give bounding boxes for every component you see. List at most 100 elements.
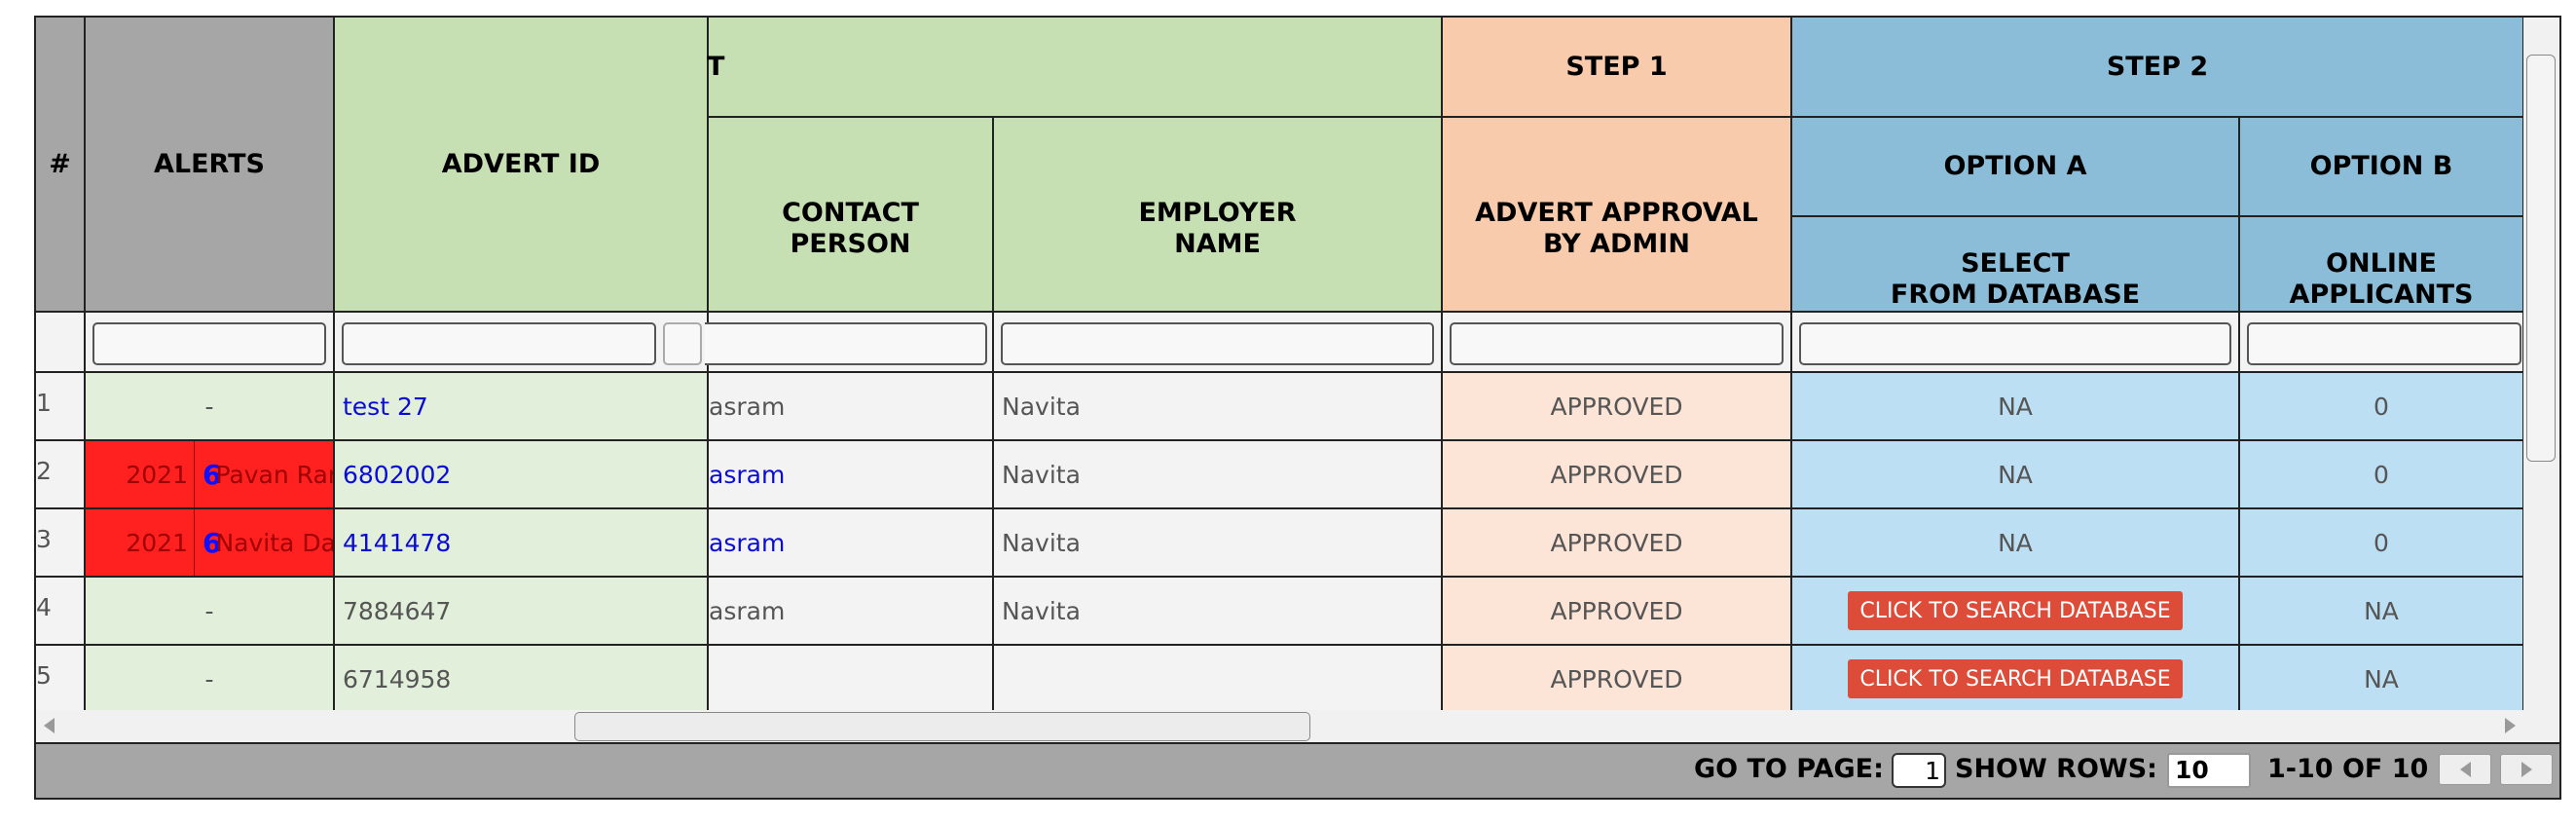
filter-clear-button[interactable]	[663, 322, 702, 365]
contact-cell: asram	[709, 509, 994, 578]
alert-cell: -	[86, 646, 335, 714]
header-group-partial-label: T	[707, 51, 725, 82]
header-option-a-label: OPTION A	[1943, 151, 2087, 181]
option-b-cell: NA	[2240, 646, 2524, 714]
contact-cell: asram	[709, 373, 994, 441]
row-number: 3	[36, 509, 86, 578]
employer-text: Navita	[1002, 528, 1081, 557]
next-page-button[interactable]	[2500, 754, 2553, 785]
horizontal-scrollbar[interactable]	[36, 710, 2559, 742]
show-rows-value: 10	[2175, 756, 2209, 784]
filter-cell-alerts	[86, 313, 335, 373]
header-online-applicants[interactable]: ONLINE APPLICANTS	[2240, 217, 2524, 313]
header-employer-name[interactable]: EMPLOYER NAME	[994, 118, 1443, 313]
advert-id-cell: 4141478	[335, 509, 709, 578]
header-alerts-label: ALERTS	[154, 148, 265, 179]
scroll-right-arrow-icon[interactable]	[2505, 718, 2516, 733]
option-b-cell: NA	[2240, 578, 2524, 646]
alert-text: -	[204, 392, 214, 421]
header-option-b-label: OPTION B	[2309, 151, 2453, 181]
filter-input-employer[interactable]	[1001, 322, 1434, 365]
option-b-text: NA	[2364, 596, 2399, 625]
alert-name: Pavan Ram	[215, 460, 333, 489]
option-b-text: NA	[2364, 664, 2399, 693]
approval-status: APPROVED	[1550, 664, 1683, 693]
filter-input-option-a[interactable]	[1799, 322, 2231, 365]
page-range-text: 1-10 OF 10	[2267, 754, 2429, 784]
header-advert-id[interactable]: ADVERT ID	[335, 18, 709, 313]
option-a-cell: CLICK TO SEARCH DATABASE	[1792, 578, 2240, 646]
advert-id-cell: 6714958	[335, 646, 709, 714]
filter-input-contact[interactable]	[705, 322, 987, 365]
search-database-button-label: CLICK TO SEARCH DATABASE	[1859, 666, 2171, 692]
employer-cell: Navita	[994, 578, 1443, 646]
advert-id-text: 6714958	[343, 664, 452, 693]
vertical-scrollbar-thumb[interactable]	[2526, 55, 2556, 462]
alert-text: -	[204, 664, 214, 693]
contact-link[interactable]: asram	[709, 461, 785, 489]
approval-status: APPROVED	[1550, 460, 1683, 489]
filter-cell-num	[36, 313, 86, 373]
header-group-partial: T	[707, 18, 1443, 118]
header-alerts[interactable]: ALERTS	[86, 18, 335, 313]
search-database-button[interactable]: CLICK TO SEARCH DATABASE	[1848, 659, 2183, 698]
horizontal-scrollbar-thumb[interactable]	[574, 712, 1310, 741]
employer-cell: Navita	[994, 373, 1443, 441]
advert-id-link[interactable]: 4141478	[343, 529, 451, 557]
header-step2: STEP 2	[1792, 18, 2524, 118]
option-b-cell: 0	[2240, 509, 2524, 578]
header-contact-person-label: CONTACT PERSON	[782, 198, 919, 259]
header-advert-approval[interactable]: ADVERT APPROVAL BY ADMIN	[1443, 118, 1792, 313]
filter-cell-approval	[1443, 313, 1792, 373]
header-option-b: OPTION B	[2240, 118, 2524, 217]
filter-input-alerts[interactable]	[92, 322, 326, 365]
alert-cell-active[interactable]: 2021 6 Pavan Ram	[86, 441, 335, 509]
row-number-text: 4	[36, 593, 52, 621]
option-b-cell: 0	[2240, 373, 2524, 441]
vertical-scrollbar[interactable]	[2523, 18, 2559, 710]
contact-text: asram	[709, 392, 786, 421]
header-employer-name-label: EMPLOYER NAME	[1138, 198, 1297, 259]
row-number: 5	[36, 646, 86, 714]
row-number: 4	[36, 578, 86, 646]
go-to-page-input[interactable]	[1892, 753, 1946, 788]
scroll-left-arrow-icon[interactable]	[44, 718, 55, 733]
approval-cell: APPROVED	[1443, 509, 1792, 578]
pagination-bar: GO TO PAGE: SHOW ROWS: 10 1-10 OF 10	[36, 742, 2559, 798]
advert-id-link[interactable]: test 27	[343, 393, 428, 421]
filter-input-option-b[interactable]	[2247, 322, 2521, 365]
header-num-label: #	[49, 148, 71, 179]
approval-cell: APPROVED	[1443, 373, 1792, 441]
advert-id-cell: 7884647	[335, 578, 709, 646]
chevron-left-icon	[2459, 762, 2471, 777]
option-a-cell: NA	[1792, 509, 2240, 578]
employer-text: Navita	[1002, 596, 1081, 625]
go-to-page-label: GO TO PAGE:	[1694, 754, 1884, 784]
filter-input-advert-id[interactable]	[342, 322, 656, 365]
search-database-button[interactable]: CLICK TO SEARCH DATABASE	[1848, 591, 2183, 630]
filter-cell-option-b	[2240, 313, 2524, 373]
alert-date: 2021	[126, 460, 188, 489]
alert-date: 2021	[126, 528, 188, 557]
employer-cell: Navita	[994, 509, 1443, 578]
filter-cell-option-a	[1792, 313, 2240, 373]
alert-cell-active[interactable]: 2021 6 Navita Das	[86, 509, 335, 578]
employer-cell: Navita	[994, 441, 1443, 509]
contact-cell: asram	[709, 578, 994, 646]
advert-id-cell: 6802002	[335, 441, 709, 509]
advert-id-link[interactable]: 6802002	[343, 461, 451, 489]
filter-cell-advert-id	[335, 313, 709, 373]
row-number-text: 3	[36, 525, 52, 553]
contact-link[interactable]: asram	[709, 529, 785, 557]
filter-input-approval[interactable]	[1450, 322, 1784, 365]
header-option-a: OPTION A	[1792, 118, 2240, 217]
filter-cell-employer	[994, 313, 1443, 373]
option-a-text: NA	[1998, 460, 2033, 489]
show-rows-select[interactable]: 10	[2167, 753, 2251, 788]
option-a-text: NA	[1998, 528, 2033, 557]
employer-cell	[994, 646, 1443, 714]
previous-page-button[interactable]	[2439, 754, 2491, 785]
header-select-from-database[interactable]: SELECT FROM DATABASE	[1792, 217, 2240, 313]
header-contact-person[interactable]: CONTACT PERSON	[709, 118, 994, 313]
alert-cell: -	[86, 578, 335, 646]
